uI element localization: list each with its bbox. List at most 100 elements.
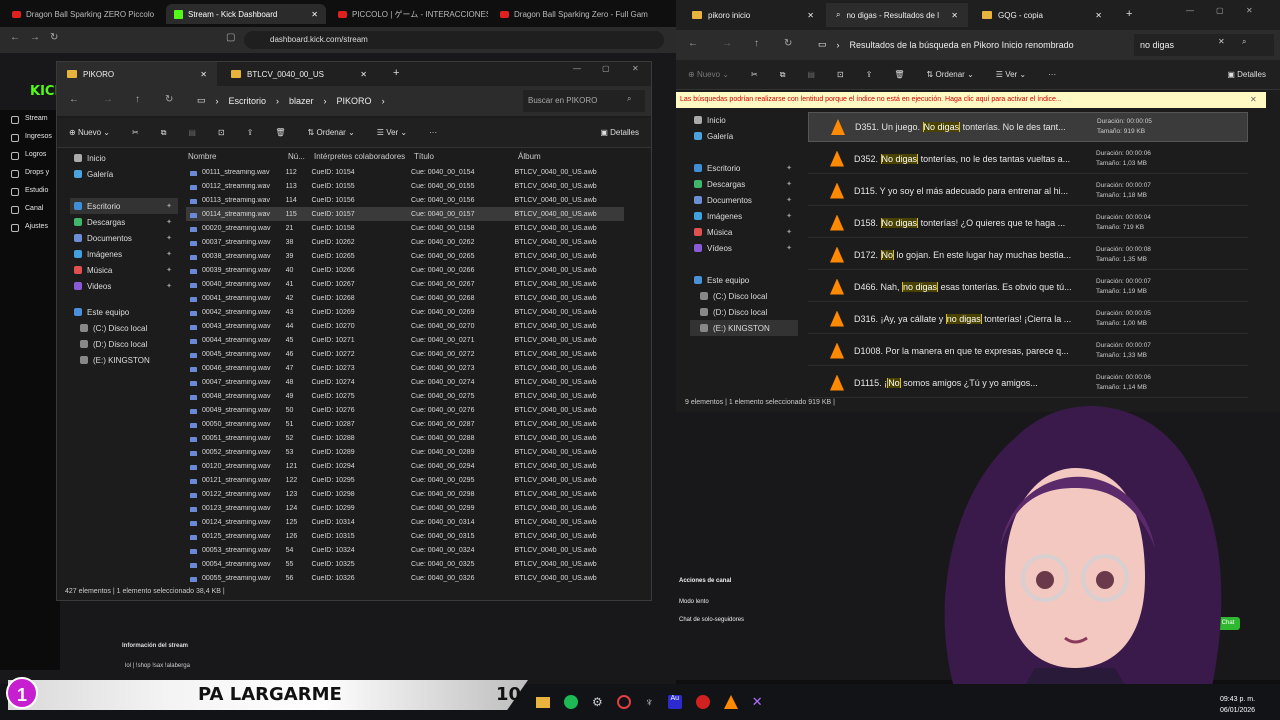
more-icon[interactable]: ··· xyxy=(1048,70,1056,79)
back-icon[interactable]: ← xyxy=(69,94,79,105)
column-header-title[interactable]: Título xyxy=(414,152,514,161)
nav-descargas[interactable]: Descargas ✦ xyxy=(70,214,178,230)
clear-icon[interactable]: ✕ xyxy=(1218,37,1225,46)
cut-icon[interactable]: ✂ xyxy=(132,128,139,137)
file-row[interactable]: 00045_streaming.wav 46 CueID: 10272 Cue: 00… xyxy=(186,347,624,361)
nav-inicio[interactable]: Inicio xyxy=(70,150,178,166)
explorer-tab-pikoro[interactable]: PIKORO ✕ xyxy=(57,62,217,86)
nav-imagenes[interactable]: Imágenes ✦ xyxy=(690,208,798,224)
file-row[interactable]: 00125_streaming.wav 126 CueID: 10315 Cue: 0… xyxy=(186,529,624,543)
file-row[interactable]: 00121_streaming.wav 122 CueID: 10295 Cue: 0… xyxy=(186,473,624,487)
search-result-row[interactable]: D172. No lo gojan. En este lugar hay muc… xyxy=(808,240,1248,270)
file-row[interactable]: 00049_streaming.wav 50 CueID: 10276 Cue: 00… xyxy=(186,403,624,417)
url-input[interactable]: dashboard.kick.com/stream xyxy=(244,31,664,49)
sidebar-item-estudio[interactable]: Estudio xyxy=(0,182,60,200)
reload-icon[interactable]: ↻ xyxy=(50,32,58,43)
file-row[interactable]: 00114_streaming.wav 115 CueID: 10157 Cue: 0… xyxy=(186,207,624,221)
sort-button[interactable]: ⇅ Ordenar ⌄ xyxy=(308,128,355,137)
delete-icon[interactable]: 🗑 xyxy=(275,128,285,137)
explorer2-tab-search[interactable]: ⌕ no digas - Resultados de l ✕ xyxy=(826,3,968,27)
nav-disco-d[interactable]: (D:) Disco local xyxy=(70,336,178,352)
file-row[interactable]: 00111_streaming.wav 112 CueID: 10154 Cue: 0… xyxy=(186,165,624,179)
file-row[interactable]: 00042_streaming.wav 43 CueID: 10269 Cue: 00… xyxy=(186,305,624,319)
sidebar-item-stream[interactable]: Stream xyxy=(0,110,60,128)
sidebar-item-ingresos[interactable]: Ingresos xyxy=(0,128,60,146)
browser-tab[interactable]: Dragon Ball Sparking Zero - Full Gam xyxy=(492,4,662,24)
file-row[interactable]: 00037_streaming.wav 38 CueID: 10262 Cue: 00… xyxy=(186,235,624,249)
search-result-row[interactable]: D316. ¡Ay, ya cállate y no digas tonterí… xyxy=(808,304,1248,334)
share-icon[interactable]: ⇪ xyxy=(247,128,254,137)
column-header-artists[interactable]: Intérpretes colaboradores xyxy=(314,152,414,161)
nav-documentos[interactable]: Documentos ✦ xyxy=(690,192,798,208)
column-header-number[interactable]: Nú... xyxy=(288,152,314,161)
refresh-icon[interactable]: ↻ xyxy=(165,94,173,105)
file-row[interactable]: 00113_streaming.wav 114 CueID: 10156 Cue: 0… xyxy=(186,193,624,207)
browser-tab[interactable]: PICCOLO | ゲーム - INTERACCIONES E xyxy=(330,4,488,24)
up-icon[interactable]: ↑ xyxy=(754,38,759,49)
close-warning-icon[interactable]: ✕ xyxy=(1250,95,1257,104)
file-row[interactable]: 00120_streaming.wav 121 CueID: 10294 Cue: 0… xyxy=(186,459,624,473)
search-result-row[interactable]: D115. Y yo soy el más adecuado para entr… xyxy=(808,176,1248,206)
details-button[interactable]: ▣ Detalles xyxy=(600,128,651,137)
browser-tab-active[interactable]: Stream - Kick Dashboard ✕ xyxy=(166,4,326,24)
crumb-pikoro[interactable]: PIKORO xyxy=(337,96,372,106)
search-result-row[interactable]: D1008. Por la manera en que te expresas,… xyxy=(808,336,1248,366)
sidebar-item-logros[interactable]: Logros xyxy=(0,146,60,164)
maximize-icon[interactable]: ▢ xyxy=(602,64,610,73)
nav-este-equipo[interactable]: Este equipo xyxy=(70,304,178,320)
file-row[interactable]: 00040_streaming.wav 41 CueID: 10267 Cue: 00… xyxy=(186,277,624,291)
nav-videos[interactable]: Vídeos ✦ xyxy=(690,240,798,256)
nav-videos[interactable]: Videos ✦ xyxy=(70,278,178,294)
close-window-icon[interactable]: ✕ xyxy=(632,64,639,73)
copy-icon[interactable]: ⧉ xyxy=(161,128,167,138)
file-row[interactable]: 00054_streaming.wav 55 CueID: 10325 Cue: 00… xyxy=(186,557,624,571)
bookmark-icon[interactable]: ▢ xyxy=(226,32,235,43)
refresh-icon[interactable]: ↻ xyxy=(784,38,792,49)
file-row[interactable]: 00053_streaming.wav 54 CueID: 10324 Cue: 00… xyxy=(186,543,624,557)
index-warning-bar[interactable]: Las búsquedas podrían realizarse con len… xyxy=(676,92,1266,108)
file-row[interactable]: 00020_streaming.wav 21 CueID: 10158 Cue: 00… xyxy=(186,221,624,235)
new-button[interactable]: ⊕ Nuevo ⌄ xyxy=(69,128,110,137)
app-icon[interactable]: ♆ xyxy=(645,695,654,709)
nav-disco-c[interactable]: (C:) Disco local xyxy=(690,288,798,304)
view-button[interactable]: ☰ Ver ⌄ xyxy=(996,70,1026,79)
nav-escritorio[interactable]: Escritorio ✦ xyxy=(690,160,798,176)
nav-musica[interactable]: Música ✦ xyxy=(690,224,798,240)
forward-icon[interactable]: → xyxy=(103,94,113,105)
copy-icon[interactable]: ⧉ xyxy=(780,70,786,80)
close-icon[interactable]: ✕ xyxy=(951,11,958,20)
rename-icon[interactable]: ⊡ xyxy=(837,70,844,79)
nav-galeria[interactable]: Galería xyxy=(70,166,178,182)
sidebar-item-ajustes[interactable]: Ajustes xyxy=(0,218,60,236)
audition-icon[interactable]: Au xyxy=(667,695,682,709)
up-icon[interactable]: ↑ xyxy=(135,94,140,105)
file-row[interactable]: 00051_streaming.wav 52 CueID: 10288 Cue: 00… xyxy=(186,431,624,445)
record-icon[interactable] xyxy=(695,695,710,709)
nav-galeria[interactable]: Galería xyxy=(690,128,798,144)
nav-kingston[interactable]: (E:) KINGSTON xyxy=(70,352,178,368)
close-icon[interactable]: ✕ xyxy=(200,70,207,79)
crumb-blazer[interactable]: blazer xyxy=(289,96,314,106)
view-button[interactable]: ☰ Ver ⌄ xyxy=(377,128,407,137)
explorer2-tab-pikoro-inicio[interactable]: pikoro inicio ✕ xyxy=(682,3,824,27)
new-button[interactable]: ⊕ Nuevo ⌄ xyxy=(688,70,729,79)
search-result-row[interactable]: D351. Un juego. No digas tonterías. No l… xyxy=(808,112,1248,142)
file-row[interactable]: 00046_streaming.wav 47 CueID: 10273 Cue: 00… xyxy=(186,361,624,375)
nav-disco-d[interactable]: (D:) Disco local xyxy=(690,304,798,320)
file-row[interactable]: 00112_streaming.wav 113 CueID: 10155 Cue: 0… xyxy=(186,179,624,193)
nav-documentos[interactable]: Documentos ✦ xyxy=(70,230,178,246)
search-result-row[interactable]: D352. No digas tonterías, no le des tant… xyxy=(808,144,1248,174)
settings-icon[interactable]: ⚙ xyxy=(592,695,603,709)
close-icon[interactable]: ✕ xyxy=(1095,11,1102,20)
rename-icon[interactable]: ⊡ xyxy=(218,128,225,137)
forward-icon[interactable]: → xyxy=(30,32,40,43)
close-icon[interactable]: ✕ xyxy=(360,70,367,79)
details-button[interactable]: ▣ Detalles xyxy=(1227,70,1280,79)
nav-musica[interactable]: Música ✦ xyxy=(70,262,178,278)
crumb-search-results[interactable]: Resultados de la búsqueda en Pikoro Inic… xyxy=(850,40,1074,50)
paste-icon[interactable]: ▤ xyxy=(188,128,196,137)
file-row[interactable]: 00047_streaming.wav 48 CueID: 10274 Cue: 00… xyxy=(186,375,624,389)
cut-icon[interactable]: ✂ xyxy=(751,70,758,79)
paste-icon[interactable]: ▤ xyxy=(807,70,815,79)
file-row[interactable]: 00052_streaming.wav 53 CueID: 10289 Cue: 00… xyxy=(186,445,624,459)
